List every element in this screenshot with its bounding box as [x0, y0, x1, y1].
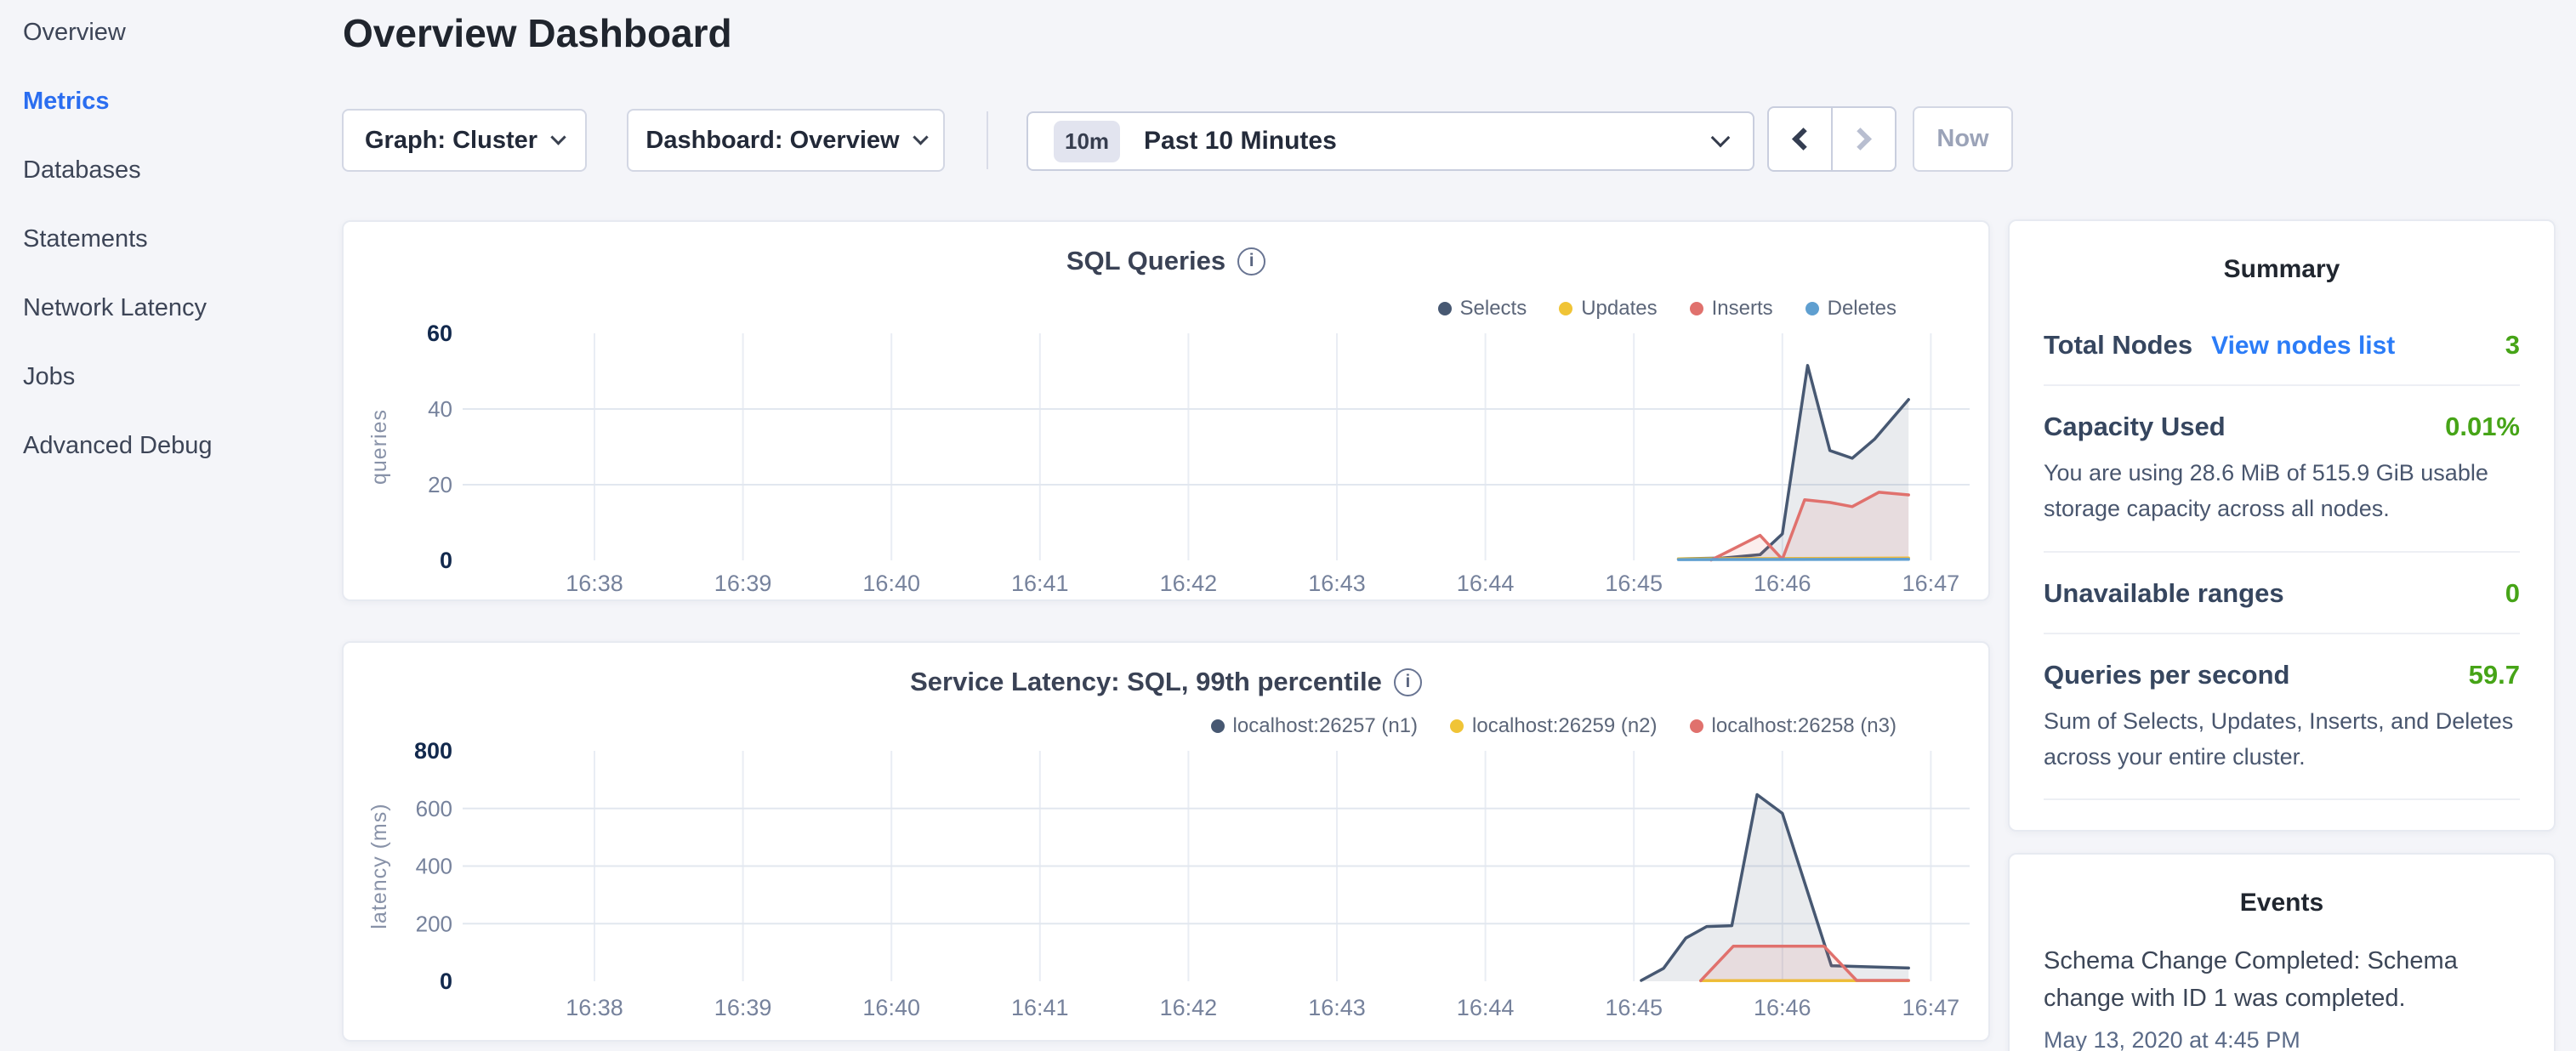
- chevron-down-icon: [550, 129, 566, 145]
- summary-row: P99 latency 46.1 ms: [2044, 798, 2520, 832]
- x-tick-label: 16:38: [566, 571, 623, 596]
- x-tick-label: 16:47: [1902, 571, 1960, 596]
- x-tick-label: 16:43: [1308, 995, 1366, 1020]
- summary-label: P99 latency: [2044, 826, 2189, 832]
- x-tick-label: 16:40: [862, 571, 920, 596]
- sidebar-item-overview[interactable]: Overview: [23, 17, 336, 48]
- view-nodes-link[interactable]: View nodes list: [2211, 332, 2395, 361]
- summary-desc: Sum of Selects, Updates, Inserts, and De…: [2044, 704, 2520, 775]
- x-tick-label: 16:45: [1605, 571, 1663, 596]
- y-tick-label: 800: [414, 738, 452, 764]
- summary-value: 0.01%: [2445, 412, 2520, 442]
- y-tick-label: 60: [427, 321, 452, 346]
- event-text: Schema Change Completed: Schema change w…: [2044, 943, 2520, 1017]
- x-tick-label: 16:47: [1902, 995, 1960, 1020]
- y-tick-label: 600: [416, 796, 452, 821]
- summary-label: Total Nodes: [2044, 330, 2192, 361]
- sidebar-item-statements[interactable]: Statements: [23, 224, 336, 254]
- series-area: [1711, 492, 1908, 560]
- x-tick-label: 16:38: [566, 995, 623, 1020]
- y-tick-label: 0: [440, 548, 452, 573]
- summary-value: 0: [2505, 578, 2520, 609]
- y-tick-label: 20: [428, 472, 452, 497]
- x-tick-label: 16:41: [1011, 995, 1069, 1020]
- events-heading: Events: [2010, 855, 2554, 917]
- summary-rows: Total Nodes View nodes list 3 Capacity Used…: [2010, 284, 2554, 832]
- events-panel: Events Schema Change Completed: Schema c…: [2008, 853, 2556, 1051]
- y-tick-label: 0: [440, 969, 452, 994]
- chevron-left-icon: [1792, 128, 1815, 151]
- sidebar-item-jobs[interactable]: Jobs: [23, 361, 336, 392]
- sql-queries-card: SQL Queries i SelectsUpdatesInsertsDelet…: [342, 220, 1990, 601]
- x-tick-label: 16:45: [1605, 995, 1663, 1020]
- time-window-label: Past 10 Minutes: [1144, 127, 1337, 156]
- sidebar-item-advanced-debug[interactable]: Advanced Debug: [23, 430, 336, 461]
- x-tick-label: 16:43: [1308, 571, 1366, 596]
- chevron-right-icon: [1849, 128, 1872, 151]
- sidebar-item-databases[interactable]: Databases: [23, 155, 336, 185]
- x-tick-label: 16:46: [1754, 571, 1811, 596]
- y-tick-label: 200: [416, 911, 452, 936]
- page-title: Overview Dashboard: [343, 10, 732, 56]
- time-range-selector[interactable]: 10m Past 10 Minutes: [1026, 111, 1754, 171]
- x-tick-label: 16:46: [1754, 995, 1811, 1020]
- summary-label: Queries per second: [2044, 660, 2289, 690]
- x-tick-label: 16:39: [714, 995, 772, 1020]
- summary-row: Total Nodes View nodes list 3: [2044, 304, 2520, 384]
- summary-row: Capacity Used 0.01% You are using 28.6 MiB…: [2044, 384, 2520, 551]
- x-tick-label: 16:44: [1457, 995, 1515, 1020]
- time-window-badge: 10m: [1054, 121, 1120, 162]
- sidebar-item-network-latency[interactable]: Network Latency: [23, 293, 336, 323]
- x-tick-label: 16:44: [1457, 571, 1515, 596]
- summary-label: Unavailable ranges: [2044, 578, 2284, 609]
- service-latency-chart[interactable]: 16:38 16:39 16:40 16:41 16:42 16:43 16:44 16:45…: [344, 643, 1990, 1042]
- graph-scope-label: Graph: Cluster: [365, 127, 537, 155]
- dashboard-dropdown[interactable]: Dashboard: Overview: [627, 109, 945, 172]
- chevron-down-icon: [1711, 128, 1731, 148]
- y-axis-label: queries: [367, 409, 391, 485]
- x-tick-label: 16:41: [1011, 571, 1069, 596]
- y-axis-label: latency (ms): [367, 803, 391, 929]
- now-button[interactable]: Now: [1913, 106, 2013, 172]
- prev-time-button[interactable]: [1769, 108, 1831, 170]
- summary-row: Queries per second 59.7 Sum of Selects, Up…: [2044, 633, 2520, 799]
- event-timestamp: May 13, 2020 at 4:45 PM: [2044, 1027, 2520, 1051]
- summary-value: 3: [2505, 330, 2520, 361]
- x-tick-label: 16:40: [862, 995, 920, 1020]
- sql-queries-chart[interactable]: 16:38 16:39 16:40 16:41 16:42 16:43 16:44 16:45…: [344, 222, 1990, 601]
- summary-heading: Summary: [2010, 221, 2554, 284]
- sidebar: Overview Metrics Databases Statements Networ…: [0, 0, 336, 1051]
- next-time-button[interactable]: [1831, 108, 1895, 170]
- summary-value: 59.7: [2469, 660, 2520, 690]
- x-tick-label: 16:39: [714, 571, 772, 596]
- summary-panel: Summary Total Nodes View nodes list 3 Capac…: [2008, 219, 2556, 832]
- sidebar-item-metrics[interactable]: Metrics: [23, 86, 336, 116]
- y-tick-label: 40: [428, 396, 452, 422]
- x-tick-label: 16:42: [1160, 995, 1218, 1020]
- y-tick-label: 400: [416, 854, 452, 879]
- summary-label: Capacity Used: [2044, 412, 2226, 442]
- service-latency-card: Service Latency: SQL, 99th percentile i …: [342, 641, 1990, 1042]
- events-list: Schema Change Completed: Schema change w…: [2010, 917, 2554, 1051]
- chevron-down-icon: [913, 129, 928, 145]
- dashboard-label: Dashboard: Overview: [645, 127, 899, 155]
- time-pager: [1767, 106, 1896, 172]
- summary-row: Unavailable ranges 0: [2044, 551, 2520, 633]
- toolbar-separator: [987, 111, 988, 169]
- x-tick-label: 16:42: [1160, 571, 1218, 596]
- summary-desc: You are using 28.6 MiB of 515.9 GiB usab…: [2044, 456, 2520, 527]
- graph-scope-dropdown[interactable]: Graph: Cluster: [342, 109, 587, 172]
- summary-value: 46.1 ms: [2423, 826, 2520, 832]
